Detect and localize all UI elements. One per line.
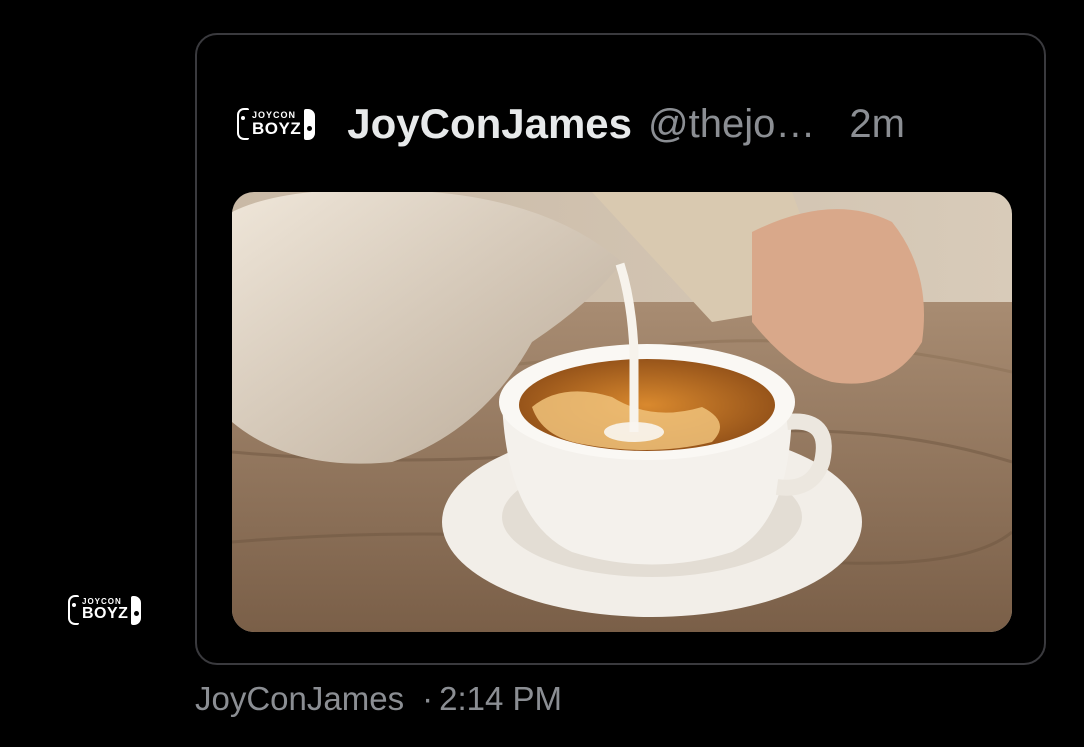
avatar[interactable]: JOYCON BOYZ	[68, 595, 142, 630]
right-joycon-icon	[131, 595, 142, 625]
left-joycon-icon	[68, 595, 79, 625]
quoted-tweet-card[interactable]: JOYCON BOYZ JoyConJames @thejo… 2m	[195, 33, 1046, 665]
logo-text-bottom: BOYZ	[82, 605, 129, 622]
footer-author[interactable]: JoyConJames	[195, 680, 404, 718]
footer-timestamp[interactable]: 2:14 PM	[439, 680, 562, 718]
quoted-tweet-header: JOYCON BOYZ JoyConJames @thejo… 2m	[237, 99, 905, 149]
joycon-boyz-logo-icon: JOYCON BOYZ	[237, 108, 316, 140]
joycon-boyz-avatar-icon: JOYCON BOYZ	[68, 595, 142, 625]
display-name[interactable]: JoyConJames	[347, 100, 632, 148]
user-handle[interactable]: @thejo…	[648, 102, 815, 147]
relative-time[interactable]: 2m	[849, 102, 905, 147]
footer-separator: ·	[422, 680, 434, 717]
right-joycon-icon	[304, 108, 316, 140]
tweet-footer: JoyConJames · 2:14 PM	[195, 680, 562, 718]
logo-text-bottom: BOYZ	[252, 119, 302, 138]
tweet-media-image[interactable]	[232, 192, 1012, 632]
tea-image-icon	[232, 192, 1012, 632]
left-joycon-icon	[237, 108, 249, 140]
